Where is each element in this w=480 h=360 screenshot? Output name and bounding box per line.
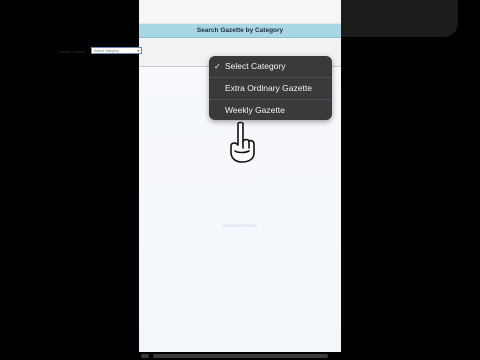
app-screen: Search Gazette by Category NOTHING FOUND — [139, 0, 341, 352]
chevron-down-icon: ▾ — [137, 49, 139, 53]
scrollbar-handle — [141, 354, 149, 358]
select-value: Select Category — [94, 49, 119, 53]
browser-top-strip — [139, 0, 341, 24]
gazette-category-select[interactable]: Select Category ▾ — [91, 47, 142, 54]
page-title: Search Gazette by Category — [139, 24, 341, 38]
device-bezel — [341, 0, 458, 37]
category-dropdown-menu: ✓ Select Category Extra Ordinary Gazette… — [209, 56, 332, 120]
dropdown-option-extra-ordinary-gazette[interactable]: Extra Ordinary Gazette — [209, 78, 332, 100]
dropdown-option-weekly-gazette[interactable]: Weekly Gazette — [209, 100, 332, 120]
option-label: Select Category — [225, 61, 286, 71]
gazette-category-label: Gazette Category — [58, 50, 86, 54]
pointing-hand-icon — [230, 121, 255, 163]
option-label: Extra Ordinary Gazette — [225, 83, 312, 93]
option-label: Weekly Gazette — [225, 105, 285, 115]
checkmark-icon: ✓ — [214, 62, 221, 71]
dropdown-option-select-category[interactable]: ✓ Select Category — [209, 56, 332, 78]
home-indicator — [153, 354, 328, 358]
empty-results-text: NOTHING FOUND — [223, 223, 257, 228]
